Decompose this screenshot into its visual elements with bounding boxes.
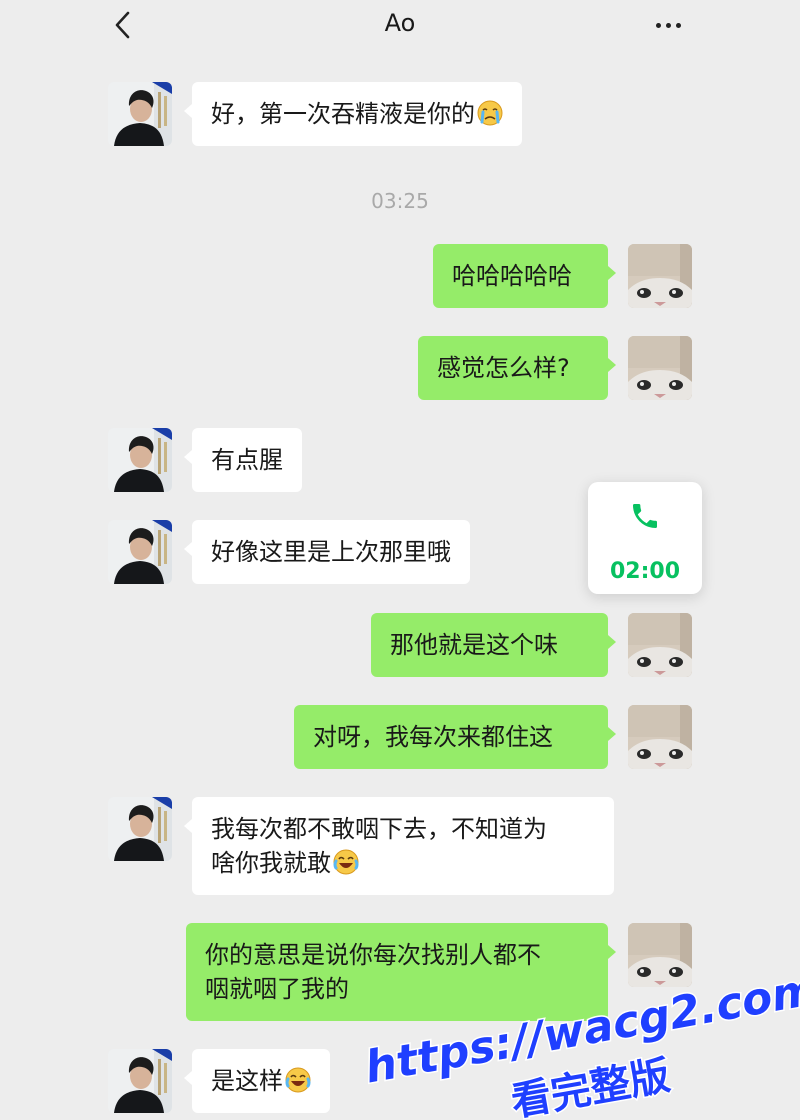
phone-icon — [633, 504, 657, 528]
message-bubble-sent[interactable]: 那他就是这个味 — [371, 613, 616, 677]
watermark-caption: 看完整版 — [508, 1053, 674, 1120]
message-text: 那他就是这个味 — [390, 631, 558, 659]
message-text: 对呀，我每次来都住这 — [313, 723, 553, 751]
self-avatar-image — [628, 613, 692, 677]
contact-avatar-image — [108, 1049, 172, 1113]
message-text: 感觉怎么样? — [437, 354, 570, 382]
contact-avatar-image — [108, 520, 172, 584]
message-bubble-received[interactable]: 有点腥 — [184, 428, 302, 492]
contact-avatar-image — [108, 82, 172, 146]
avatar-self[interactable] — [628, 613, 692, 677]
avatar-contact[interactable] — [108, 797, 172, 861]
message-text-line: 啥你我就敢 — [211, 849, 331, 877]
contact-avatar-image — [108, 797, 172, 861]
self-avatar-image — [628, 244, 692, 308]
message-bubble-received[interactable]: 好像这里是上次那里哦 — [184, 520, 470, 584]
message-text-line: 我每次都不敢咽下去，不知道为 — [211, 815, 547, 843]
avatar-self[interactable] — [628, 336, 692, 400]
message-text: 好，第一次吞精液是你的 — [211, 100, 475, 128]
message-bubble-received[interactable]: 我每次都不敢咽下去，不知道为 啥你我就敢 — [184, 797, 614, 895]
message-bubble-sent[interactable]: 感觉怎么样? — [418, 336, 616, 400]
avatar-self[interactable] — [628, 705, 692, 769]
message-bubble-received[interactable]: 是这样 — [184, 1049, 330, 1113]
call-duration: 02:00 — [609, 559, 681, 584]
message-bubble-sent[interactable]: 你的意思是说你每次找别人都不 咽就咽了我的 — [186, 923, 616, 1021]
voice-call-card[interactable]: 02:00 — [588, 482, 702, 594]
message-text-line: 你的意思是说你每次找别人都不 — [205, 941, 541, 969]
message-text: 有点腥 — [211, 446, 283, 474]
contact-avatar-image — [108, 428, 172, 492]
message-bubble-sent[interactable]: 哈哈哈哈哈 — [433, 244, 616, 308]
crying-face-icon — [477, 100, 503, 126]
laughing-tears-icon — [333, 849, 359, 875]
avatar-contact[interactable] — [108, 1049, 172, 1113]
message-text: 好像这里是上次那里哦 — [211, 538, 451, 566]
message-bubble-sent[interactable]: 对呀，我每次来都住这 — [294, 705, 616, 769]
more-dots-icon[interactable] — [648, 8, 688, 42]
laughing-tears-icon — [285, 1067, 311, 1093]
self-avatar-image — [628, 923, 692, 987]
message-text: 哈哈哈哈哈 — [452, 262, 572, 290]
avatar-contact[interactable] — [108, 520, 172, 584]
avatar-contact[interactable] — [108, 428, 172, 492]
avatar-contact[interactable] — [108, 82, 172, 146]
timestamp: 03:25 — [371, 189, 429, 213]
self-avatar-image — [628, 336, 692, 400]
message-text: 是这样 — [211, 1067, 283, 1095]
self-avatar-image — [628, 705, 692, 769]
chat-header: Ao — [0, 0, 800, 58]
message-bubble-received[interactable]: 好，第一次吞精液是你的 — [184, 82, 522, 146]
avatar-self[interactable] — [628, 923, 692, 987]
avatar-self[interactable] — [628, 244, 692, 308]
message-text-line: 咽就咽了我的 — [205, 975, 349, 1003]
